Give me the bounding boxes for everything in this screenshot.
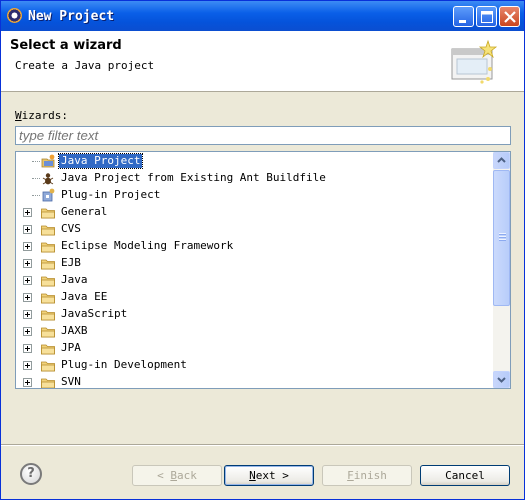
tree-connector xyxy=(32,178,40,179)
tree-folder-item[interactable]: JAXB xyxy=(16,323,494,340)
expand-toggle-icon[interactable] xyxy=(23,327,32,336)
page-description: Create a Java project xyxy=(15,59,155,72)
expand-toggle-icon[interactable] xyxy=(23,361,32,370)
new-project-dialog: New Project Select a wizard Create a Jav… xyxy=(0,0,525,500)
tree-item-label: JPA xyxy=(61,341,81,354)
new-wizard-banner-icon xyxy=(451,39,498,84)
expand-toggle-icon[interactable] xyxy=(23,378,32,387)
next-button[interactable]: Next > xyxy=(224,465,314,486)
tree-folder-item[interactable]: Plug-in Development xyxy=(16,357,494,374)
tree-item-label: JAXB xyxy=(61,324,88,337)
chevron-up-icon xyxy=(497,157,506,163)
tree-connector xyxy=(32,161,40,162)
tree-item-label: JavaScript xyxy=(61,307,128,320)
tree-folder-item[interactable]: JavaScript xyxy=(16,306,494,323)
tree-item-label: Java Project from Existing Ant Buildfile xyxy=(61,171,326,184)
window-title: New Project xyxy=(28,9,115,24)
expand-toggle-icon[interactable] xyxy=(23,242,32,251)
expand-toggle-icon[interactable] xyxy=(23,259,32,268)
tree-item-label: CVS xyxy=(61,222,81,235)
tree-item-label: Plug-in Project xyxy=(61,188,161,201)
page-title: Select a wizard xyxy=(10,38,122,53)
expand-toggle-icon[interactable] xyxy=(23,225,32,234)
chevron-down-icon xyxy=(497,377,506,383)
tree-item-label: Java Project xyxy=(57,153,144,169)
expand-toggle-icon[interactable] xyxy=(23,293,32,302)
close-icon xyxy=(504,11,516,23)
finish-button[interactable]: Finish xyxy=(322,465,412,486)
tree-folder-item[interactable]: Java EE xyxy=(16,289,494,306)
button-bar-separator xyxy=(1,444,524,446)
tree-item-label: Plug-in Development xyxy=(61,358,187,371)
tree-item-label: SVN xyxy=(61,375,81,388)
tree-folder-item[interactable]: SVN xyxy=(16,374,494,388)
expand-toggle-icon[interactable] xyxy=(23,208,32,217)
tree-item-label: General xyxy=(61,205,108,218)
tree-item-label: EJB xyxy=(61,256,81,269)
expand-toggle-icon[interactable] xyxy=(23,276,32,285)
eclipse-icon xyxy=(7,8,22,23)
maximize-button[interactable] xyxy=(476,6,497,27)
tree-wizard-item[interactable]: Java Project from Existing Ant Buildfile xyxy=(16,170,494,187)
tree-wizard-item[interactable]: Java Project xyxy=(16,153,494,170)
tree-folder-item[interactable]: Eclipse Modeling Framework xyxy=(16,238,494,255)
tree-wizard-item[interactable]: Plug-in Project xyxy=(16,187,494,204)
cancel-button[interactable]: Cancel xyxy=(420,465,510,486)
scroll-down-button[interactable] xyxy=(493,371,510,388)
title-bar[interactable]: New Project xyxy=(1,1,524,31)
maximize-icon xyxy=(481,11,493,23)
expand-toggle-icon[interactable] xyxy=(23,310,32,319)
wizard-tree[interactable]: Java Project Java Project from Existing A… xyxy=(15,151,511,389)
scroll-thumb[interactable] xyxy=(493,170,510,306)
tree-folder-item[interactable]: Java xyxy=(16,272,494,289)
tree-item-label: Java xyxy=(61,273,88,286)
vertical-scrollbar[interactable] xyxy=(493,152,510,388)
filter-input[interactable] xyxy=(15,126,511,145)
minimize-button[interactable] xyxy=(453,6,474,27)
wizards-label: Wizards: xyxy=(15,109,68,122)
tree-folder-item[interactable]: EJB xyxy=(16,255,494,272)
scroll-up-button[interactable] xyxy=(493,152,510,169)
wizard-header: Select a wizard Create a Java project xyxy=(1,31,524,92)
tree-connector xyxy=(32,195,40,196)
back-button[interactable]: < Back xyxy=(132,465,222,486)
minimize-icon xyxy=(459,20,466,23)
help-icon[interactable]: ? xyxy=(20,463,42,485)
tree-item-label: Java EE xyxy=(61,290,108,303)
tree-folder-item[interactable]: CVS xyxy=(16,221,494,238)
expand-toggle-icon[interactable] xyxy=(23,344,32,353)
tree-folder-item[interactable]: JPA xyxy=(16,340,494,357)
tree-item-label: Eclipse Modeling Framework xyxy=(61,239,234,252)
tree-folder-item[interactable]: General xyxy=(16,204,494,221)
close-button[interactable] xyxy=(499,6,520,27)
